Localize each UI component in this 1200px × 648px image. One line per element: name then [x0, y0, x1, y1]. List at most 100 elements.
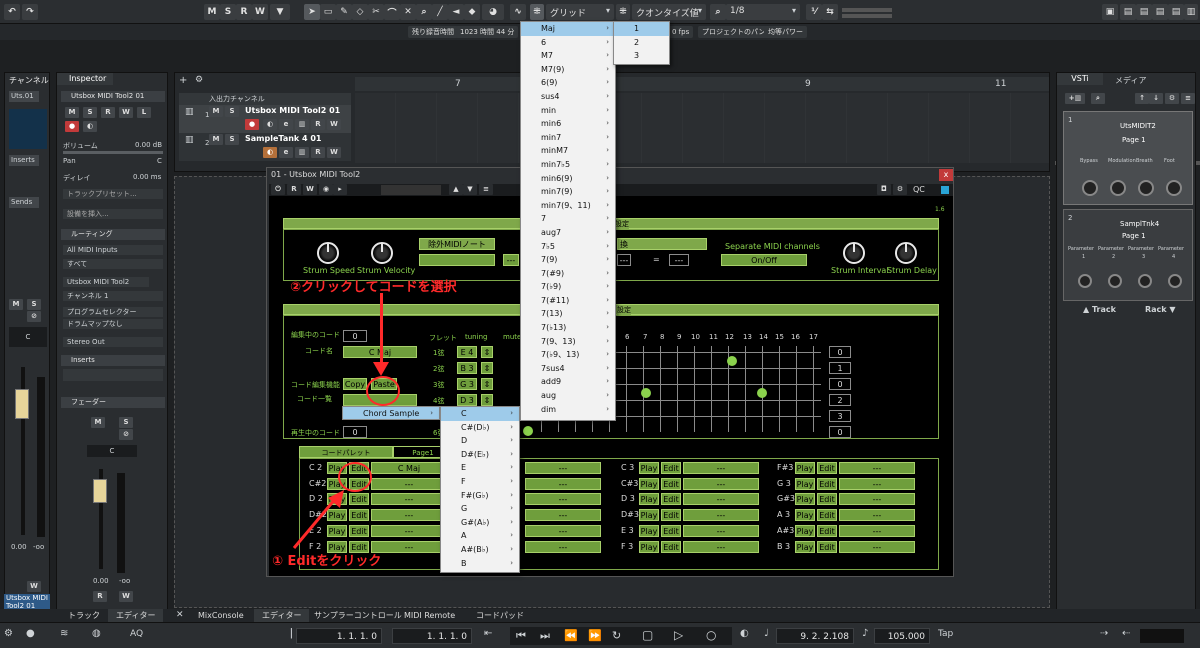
fret-value[interactable]: 1: [829, 362, 851, 374]
write-button[interactable]: W: [119, 107, 133, 118]
track-row-2[interactable]: ▥ 2 M S SampleTank 4 01 ◐ e ▥ R W: [179, 133, 351, 161]
instrument-name[interactable]: UtsMIDIT2: [1120, 122, 1156, 130]
waveform-icon[interactable]: ≋: [60, 628, 68, 639]
inspector-track-header[interactable]: Utsbox MIDI Tool2 01: [61, 91, 165, 102]
pad-play-button[interactable]: Play: [795, 493, 815, 506]
pad-chord-name[interactable]: ---: [525, 493, 601, 506]
menu-item[interactable]: 6(9) ›: [521, 76, 615, 90]
midi-remote-tab[interactable]: MIDI Remote: [396, 609, 463, 622]
mute-button[interactable]: M: [9, 299, 23, 310]
add-insert-field[interactable]: 設備を挿入...: [63, 209, 163, 219]
pad-chord-name[interactable]: ---: [525, 540, 601, 553]
menu-item[interactable]: min ›: [521, 104, 615, 118]
camera-icon[interactable]: ◘: [877, 184, 891, 195]
menu-item[interactable]: C#(D♭) ›: [441, 421, 519, 435]
menu-item[interactable]: F ›: [441, 475, 519, 489]
pad-chord-name[interactable]: ---: [371, 493, 447, 506]
fret-value[interactable]: 3: [829, 410, 851, 422]
midi-icon[interactable]: ▥: [295, 119, 309, 130]
pad-edit-button[interactable]: Edit: [817, 540, 837, 553]
rack-controls-toggle[interactable]: Rack ▼: [1145, 305, 1176, 314]
timeline-ruler[interactable]: 7 9 11 12: [355, 77, 1178, 91]
read-mode-button[interactable]: R: [236, 4, 252, 20]
add-track-icon[interactable]: +: [179, 75, 187, 86]
auto-quantize-button[interactable]: AQ: [130, 629, 143, 639]
menu-item[interactable]: min6 ›: [521, 117, 615, 131]
pad-edit-button[interactable]: Edit: [349, 493, 369, 506]
track-controls-toggle[interactable]: ▲ Track: [1083, 305, 1116, 314]
chord-sample-menu-item[interactable]: Chord Sample ›: [343, 407, 439, 421]
lock-button[interactable]: L: [137, 107, 151, 118]
full-zone-icon[interactable]: ▤: [1168, 4, 1184, 20]
previous-marker-icon[interactable]: ⏭: [540, 629, 550, 643]
fret-value[interactable]: 0: [829, 426, 851, 438]
strum-interval-knob[interactable]: [843, 242, 865, 264]
preset-field[interactable]: [381, 185, 441, 195]
menu-item[interactable]: G ›: [441, 502, 519, 516]
solo-button[interactable]: S: [119, 417, 133, 428]
snap-type-select[interactable]: グリッド ▾: [546, 4, 614, 20]
tuning-stepper[interactable]: ⇕: [481, 362, 493, 374]
pad-edit-button[interactable]: Edit: [661, 493, 681, 506]
editor-tab[interactable]: エディター: [254, 609, 310, 622]
solo-button[interactable]: S: [27, 299, 41, 310]
strum-velocity-knob[interactable]: [371, 242, 393, 264]
routing-section-header[interactable]: ルーティング: [61, 229, 165, 240]
fret-value[interactable]: 0: [829, 346, 851, 358]
media-tab[interactable]: メディア: [1115, 75, 1146, 86]
track-tab[interactable]: トラック: [60, 609, 108, 622]
volume-value[interactable]: 0.00 dB: [135, 141, 162, 149]
output-icon[interactable]: ⇠: [1122, 628, 1130, 639]
pad-chord-name[interactable]: C Maj: [371, 462, 447, 474]
track-row-1[interactable]: ▥ 1 M S Utsbox MIDI Tool2 01 ● ◐ e ▥ R W: [179, 105, 351, 133]
pad-chord-name[interactable]: ---: [683, 540, 759, 553]
write-button[interactable]: W: [327, 147, 341, 158]
channel-tab[interactable]: チャンネル: [9, 75, 49, 86]
chord-palette-tab[interactable]: コードパレット: [299, 446, 393, 458]
pan-value[interactable]: C: [9, 327, 47, 347]
pad-edit-button[interactable]: Edit: [817, 509, 837, 522]
metronome-icon[interactable]: ◍: [92, 628, 101, 639]
param-knob[interactable]: [1166, 180, 1182, 196]
pad-chord-name[interactable]: ---: [839, 493, 915, 506]
program-selector[interactable]: プログラムセレクター: [63, 307, 163, 317]
record-icon[interactable]: ○: [706, 628, 716, 642]
menu-item[interactable]: A ›: [441, 529, 519, 543]
pad-chord-name[interactable]: ---: [683, 524, 759, 537]
pad-edit-button[interactable]: Edit: [661, 524, 681, 537]
menu-item[interactable]: 7(13) ›: [521, 307, 615, 321]
param-knob[interactable]: [1082, 180, 1098, 196]
menu-item[interactable]: 7 ›: [521, 212, 615, 226]
menu-item[interactable]: 3: [614, 49, 669, 63]
settings-icon[interactable]: ⚙: [1165, 93, 1179, 104]
transpose-field-left[interactable]: ---: [503, 254, 519, 266]
time-format-icon[interactable]: ♩: [764, 628, 769, 639]
cycle-icon[interactable]: ↻: [612, 629, 621, 642]
record-enable-icon[interactable]: ●: [245, 119, 259, 130]
menu-item[interactable]: E ›: [441, 461, 519, 475]
mute-button[interactable]: M: [65, 107, 79, 118]
midi-channel-input-select[interactable]: すべて: [63, 259, 163, 269]
pad-chord-name[interactable]: ---: [525, 509, 601, 522]
pad-chord-name[interactable]: ---: [839, 540, 915, 553]
pad-chord-name[interactable]: ---: [371, 524, 447, 537]
solo-button[interactable]: S: [83, 107, 97, 118]
quick-controls-label[interactable]: QC: [913, 185, 925, 194]
eraser-tool-icon[interactable]: ◇: [352, 4, 368, 20]
pad-chord-name[interactable]: ---: [839, 509, 915, 522]
pad-chord-name[interactable]: ---: [683, 509, 759, 522]
menu-item[interactable]: 7♭5 ›: [521, 240, 615, 254]
menu-item[interactable]: 7(#9) ›: [521, 267, 615, 281]
arrow-up-icon[interactable]: ↑: [1135, 93, 1149, 104]
arrow-down-icon[interactable]: ↓: [1149, 93, 1163, 104]
transpose-value-2[interactable]: ---: [669, 254, 689, 266]
pad-chord-name[interactable]: ---: [371, 509, 447, 522]
pad-play-button[interactable]: Play: [639, 509, 659, 522]
range-tool-icon[interactable]: ▭: [320, 4, 336, 20]
pad-edit-button[interactable]: Edit: [661, 509, 681, 522]
menu-icon[interactable]: ≡: [479, 184, 493, 195]
param-knob[interactable]: [1138, 274, 1152, 288]
track-name[interactable]: SampleTank 4 01: [245, 134, 322, 143]
line-tool-icon[interactable]: ╱: [432, 4, 448, 20]
menu-item[interactable]: G#(A♭) ›: [441, 516, 519, 530]
